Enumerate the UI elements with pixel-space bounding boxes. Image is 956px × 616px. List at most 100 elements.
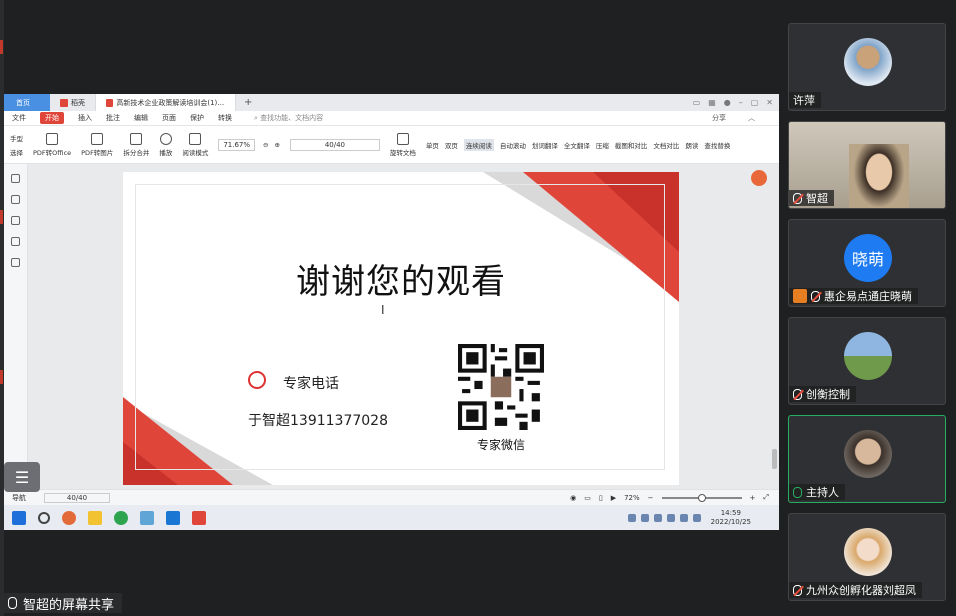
screen-share-text: 智超的屏幕共享: [23, 597, 115, 613]
minimize-icon[interactable]: –: [739, 98, 743, 107]
toolbar-menu-button[interactable]: ☰: [4, 462, 40, 492]
layout-icon[interactable]: ▭: [693, 98, 701, 107]
zoom-out-icon[interactable]: ⊖: [263, 141, 268, 149]
signature-icon[interactable]: [11, 258, 20, 267]
menu-page[interactable]: 页面: [162, 113, 176, 123]
folder-icon[interactable]: [88, 510, 102, 525]
translate-selection-button[interactable]: 划词翻译: [532, 140, 558, 150]
new-tab-icon[interactable]: +: [244, 97, 252, 108]
tray-icon-4[interactable]: [666, 513, 675, 522]
menu-start[interactable]: 开始: [40, 112, 64, 124]
app-icon[interactable]: [62, 510, 76, 525]
menu-insert[interactable]: 插入: [78, 113, 92, 123]
meeting-app-icon[interactable]: [166, 510, 180, 525]
screenshot-compare-button[interactable]: 截图和对比: [615, 140, 648, 150]
rotate-button[interactable]: 旋转文档: [390, 132, 416, 157]
menu-edit[interactable]: 编辑: [134, 113, 148, 123]
thumbnail-icon[interactable]: [11, 195, 20, 204]
pdf-to-image-button[interactable]: PDF转图片: [81, 132, 113, 157]
tray-icon-6[interactable]: [692, 513, 701, 522]
vertical-scrollbar[interactable]: [772, 449, 777, 469]
eye-icon[interactable]: ◉: [570, 494, 576, 502]
share-button[interactable]: 分享: [712, 113, 726, 123]
zoom-plus-icon[interactable]: +: [750, 494, 756, 502]
continuous-read-button[interactable]: 连续阅读: [463, 138, 494, 151]
play-icon[interactable]: ▶: [611, 494, 616, 502]
doc-compare-button[interactable]: 文档对比: [653, 140, 679, 150]
select-tool-label[interactable]: 选择: [10, 147, 23, 157]
menu-annotate[interactable]: 批注: [106, 113, 120, 123]
zoom-select[interactable]: 71.67%: [218, 138, 256, 151]
tray-icon-2[interactable]: [640, 513, 649, 522]
fullscreen-icon[interactable]: ⤢: [763, 493, 769, 502]
ai-assistant-icon[interactable]: [751, 170, 767, 186]
shared-screen[interactable]: 首页 稻壳 高新技术企业政策解读培训会(1).pdf + ▭ ▦ ● – ▢ ✕…: [4, 94, 779, 530]
maximize-icon[interactable]: ▢: [751, 98, 759, 107]
user-icon[interactable]: ●: [724, 98, 731, 107]
participant-tile[interactable]: 许萍: [788, 23, 946, 111]
status-page-input[interactable]: 40/40: [44, 492, 110, 503]
participant-tile[interactable]: 主持人: [788, 415, 946, 503]
menu-file[interactable]: 文件: [12, 113, 26, 123]
menu-convert[interactable]: 转换: [218, 113, 232, 123]
tray-icon-1[interactable]: [627, 513, 636, 522]
taskbar-clock[interactable]: 14:59 2022/10/25: [711, 509, 779, 527]
document-area[interactable]: 谢谢您的观看 I 专家电话 于智超13911377028 专家微信: [4, 164, 779, 489]
play-button[interactable]: 播放: [159, 132, 173, 157]
mic-muted-icon: [793, 388, 802, 400]
windows-start-icon[interactable]: [12, 510, 26, 525]
zoom-slider-knob[interactable]: [697, 493, 706, 502]
bookmark-icon[interactable]: [11, 174, 20, 183]
hand-tool-label: 手型: [10, 134, 23, 143]
zoom-minus-icon[interactable]: −: [648, 494, 654, 502]
grid-icon[interactable]: ▦: [708, 98, 716, 107]
app-icon-2[interactable]: [140, 510, 154, 525]
qr-code-icon: [458, 344, 544, 430]
collapse-icon[interactable]: ︿: [748, 113, 755, 123]
book-icon: [189, 132, 202, 145]
participant-tile[interactable]: 智超: [788, 121, 946, 209]
auto-scroll-button[interactable]: 自动滚动: [500, 140, 526, 150]
tab-docer[interactable]: 稻壳: [50, 94, 96, 111]
mic-icon: [8, 597, 17, 609]
fit-width-icon[interactable]: ▭: [584, 494, 591, 502]
docer-icon: [60, 98, 68, 107]
clock-date: 2022/10/25: [710, 517, 751, 526]
status-zoom[interactable]: 72%: [624, 494, 640, 502]
hand-tool[interactable]: 手型 选择: [10, 133, 23, 157]
tray-icon-3[interactable]: [653, 513, 662, 522]
double-page-button[interactable]: 双页: [445, 140, 458, 150]
pdf-to-office-button[interactable]: PDF转Office: [33, 132, 71, 157]
participant-tile[interactable]: 创衡控制: [788, 317, 946, 405]
attachment-icon[interactable]: [11, 237, 20, 246]
participant-tile[interactable]: 晓萌 惠企易点通庄晓萌: [788, 219, 946, 307]
comment-icon[interactable]: [11, 216, 20, 225]
zoom-slider[interactable]: [661, 493, 742, 502]
single-page-icon[interactable]: ▯: [599, 494, 603, 502]
page-input[interactable]: 40/40: [289, 138, 380, 151]
tab-home[interactable]: 首页: [4, 94, 50, 111]
participant-name-text: 智超: [806, 192, 828, 205]
close-icon[interactable]: ✕: [766, 98, 773, 107]
participant-tile[interactable]: 九州众创孵化器刘超凤: [788, 513, 946, 601]
read-aloud-button[interactable]: 朗读: [685, 140, 698, 150]
play-label: 播放: [159, 148, 173, 157]
translate-all-button[interactable]: 全文翻译: [564, 140, 590, 150]
compress-button[interactable]: 压缩: [596, 140, 609, 150]
status-right: ◉ ▭ ▯ ▶ 72% − + ⤢: [570, 493, 779, 502]
tab-pdf-document[interactable]: 高新技术企业政策解读培训会(1).pdf: [96, 94, 236, 111]
search-icon[interactable]: [38, 511, 50, 524]
split-merge-button[interactable]: 拆分合并: [123, 132, 149, 157]
zoom-in-icon[interactable]: ⊕: [274, 141, 279, 149]
read-mode-button[interactable]: 阅读模式: [182, 132, 208, 157]
avatar-text: 晓萌: [851, 250, 884, 269]
menu-search[interactable]: ⌕ 查找功能、文档内容: [254, 113, 337, 123]
single-page-button[interactable]: 单页: [426, 140, 439, 150]
wps-icon[interactable]: [192, 510, 206, 525]
browser-icon[interactable]: [114, 510, 128, 525]
menu-protect[interactable]: 保护: [190, 113, 204, 123]
mic-on-icon: [793, 486, 802, 498]
find-replace-button[interactable]: 查找替换: [704, 140, 730, 150]
nav-toggle[interactable]: 导航: [12, 493, 26, 503]
tray-icon-5[interactable]: [679, 513, 688, 522]
